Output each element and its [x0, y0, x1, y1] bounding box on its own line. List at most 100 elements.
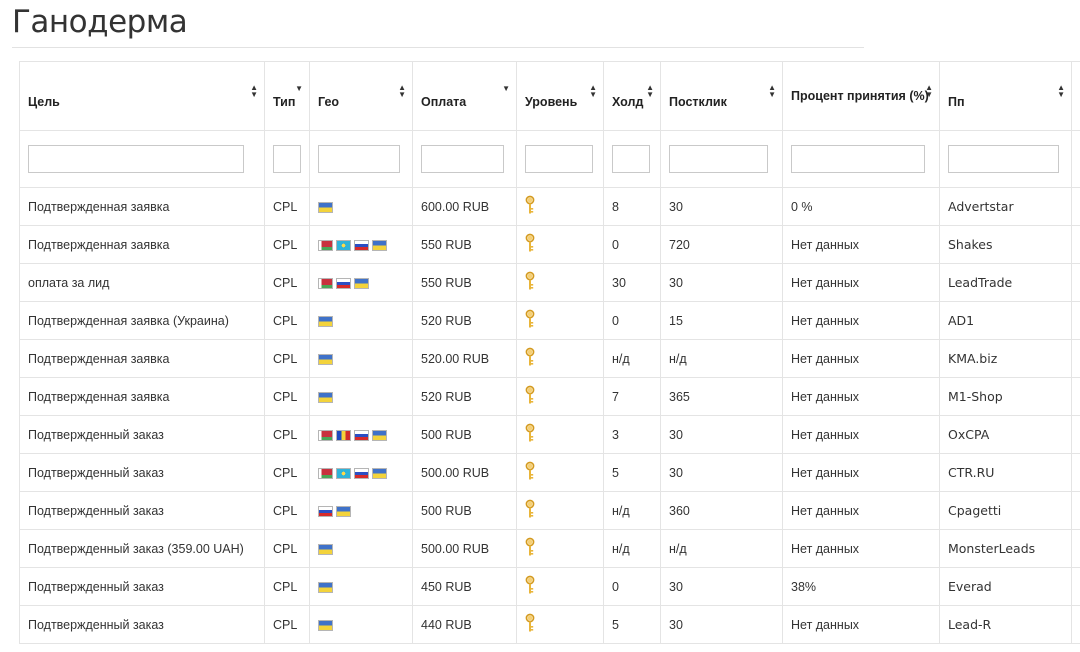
postclick-cell: 30 — [660, 453, 783, 492]
table-row: оплата за лидCPLbyruua550 RUB3030Нет дан… — [19, 263, 1080, 302]
type-cell: CPL — [264, 339, 310, 378]
network-cell[interactable]: KMA.biz — [939, 339, 1072, 378]
geo-cell: ruua — [309, 491, 413, 530]
table-row: Подтвержденный заказCPLbymdruua500 RUB33… — [19, 415, 1080, 454]
filter-cell — [516, 130, 604, 188]
flag-kz-icon: kz — [336, 467, 351, 479]
filter-input-type[interactable] — [273, 145, 301, 173]
geo-cell: byruua — [309, 263, 413, 302]
geo-cell: bykzruua — [309, 225, 413, 264]
flag-ua-icon: ua — [372, 239, 387, 251]
acceptance-cell: Нет данных — [782, 491, 940, 530]
extra-cell — [1071, 567, 1080, 606]
column-header-geo[interactable]: Гео ▲ ▼ — [309, 61, 413, 131]
type-cell: CPL — [264, 491, 310, 530]
network-cell[interactable]: Advertstar — [939, 187, 1072, 226]
table-row: Подтвержденная заявкаCPLbykzruua550 RUB0… — [19, 225, 1080, 264]
hold-cell: 3 — [603, 415, 661, 454]
flag-ua-icon: ua — [354, 277, 369, 289]
key-icon — [525, 423, 535, 446]
filter-cell — [660, 130, 783, 188]
column-header-acceptance[interactable]: Процент принятия (%) ▲ ▼ — [782, 61, 940, 131]
table-row: Подтвержденная заявкаCPL ua 520.00 RUB н/дн… — [19, 339, 1080, 378]
extra-cell — [1071, 453, 1080, 492]
goal-cell: Подтвержденная заявка — [19, 187, 265, 226]
page-title: Ганодерма — [12, 4, 188, 40]
filter-cell — [603, 130, 661, 188]
network-cell[interactable]: OxCPA — [939, 415, 1072, 454]
acceptance-cell: Нет данных — [782, 225, 940, 264]
filter-input-goal[interactable] — [28, 145, 244, 173]
column-header-label: Процент принятия (%) — [791, 88, 929, 103]
column-header-label: Пп — [948, 95, 965, 109]
column-header-hold[interactable]: Холд ▲ ▼ — [603, 61, 661, 131]
hold-cell: н/д — [603, 339, 661, 378]
acceptance-cell: 38% — [782, 567, 940, 606]
level-cell — [516, 605, 604, 644]
postclick-cell: 365 — [660, 377, 783, 416]
network-cell[interactable]: Everad — [939, 567, 1072, 606]
type-cell: CPL — [264, 225, 310, 264]
extra-cell — [1071, 491, 1080, 530]
hold-cell: 30 — [603, 263, 661, 302]
payout-cell: 550 RUB — [412, 263, 517, 302]
network-cell[interactable]: CTR.RU — [939, 453, 1072, 492]
level-cell — [516, 187, 604, 226]
table-row: Подтвержденный заказ (359.00 UAH)CPL ua 50… — [19, 529, 1080, 568]
table-row: Подтвержденная заявкаCPL ua 600.00 RUB 8300… — [19, 187, 1080, 226]
flag-ru-icon: ru — [318, 505, 333, 517]
filter-input-level[interactable] — [525, 145, 593, 173]
goal-cell: Подтвержденный заказ — [19, 491, 265, 530]
acceptance-cell: Нет данных — [782, 605, 940, 644]
hold-cell: н/д — [603, 491, 661, 530]
filter-cell — [264, 130, 310, 188]
network-cell[interactable]: Shakes — [939, 225, 1072, 264]
filter-input-postclick[interactable] — [669, 145, 768, 173]
filter-input-acceptance[interactable] — [791, 145, 925, 173]
filter-cell — [1071, 130, 1080, 188]
geo-cell: ua — [309, 529, 413, 568]
level-cell — [516, 415, 604, 454]
extra-cell — [1071, 415, 1080, 454]
extra-cell — [1071, 377, 1080, 416]
network-cell[interactable]: Cpagetti — [939, 491, 1072, 530]
flag-ua-icon: ua — [318, 315, 333, 327]
network-cell[interactable]: M1-Shop — [939, 377, 1072, 416]
network-cell[interactable]: MonsterLeads — [939, 529, 1072, 568]
extra-cell — [1071, 529, 1080, 568]
postclick-cell: н/д — [660, 339, 783, 378]
key-icon — [525, 309, 535, 332]
column-header-network[interactable]: Пп ▲ ▼ — [939, 61, 1072, 131]
geo-cell: ua — [309, 377, 413, 416]
level-cell — [516, 301, 604, 340]
flag-ru-icon: ru — [354, 467, 369, 479]
filter-input-network[interactable] — [948, 145, 1059, 173]
filter-input-geo[interactable] — [318, 145, 400, 173]
column-header-postclick[interactable]: Постклик ▲ ▼ — [660, 61, 783, 131]
payout-cell: 500.00 RUB — [412, 529, 517, 568]
column-header-type[interactable]: Тип ▼ — [264, 61, 310, 131]
column-header-level[interactable]: Уровень ▲ ▼ — [516, 61, 604, 131]
network-cell[interactable]: AD1 — [939, 301, 1072, 340]
network-cell[interactable]: Lead-R — [939, 605, 1072, 644]
type-cell: CPL — [264, 453, 310, 492]
goal-cell: Подтвержденный заказ — [19, 453, 265, 492]
column-header-payout[interactable]: Оплата ▼ — [412, 61, 517, 131]
filter-input-payout[interactable] — [421, 145, 504, 173]
key-icon — [525, 575, 535, 598]
key-icon — [525, 385, 535, 408]
network-cell[interactable]: LeadTrade — [939, 263, 1072, 302]
column-header-label: Тип — [273, 95, 296, 109]
postclick-cell: 30 — [660, 567, 783, 606]
flag-ua-icon: ua — [318, 619, 333, 631]
filter-input-hold[interactable] — [612, 145, 650, 173]
goal-cell: Подтвержденная заявка — [19, 339, 265, 378]
flag-ua-icon: ua — [372, 467, 387, 479]
column-header-goal[interactable]: Цель ▲ ▼ — [19, 61, 265, 131]
acceptance-cell: 0 % — [782, 187, 940, 226]
type-cell: CPL — [264, 301, 310, 340]
flag-ua-icon: ua — [318, 201, 333, 213]
sort-icon: ▲ ▼ — [1057, 83, 1065, 99]
geo-cell: ua — [309, 187, 413, 226]
type-cell: CPL — [264, 415, 310, 454]
